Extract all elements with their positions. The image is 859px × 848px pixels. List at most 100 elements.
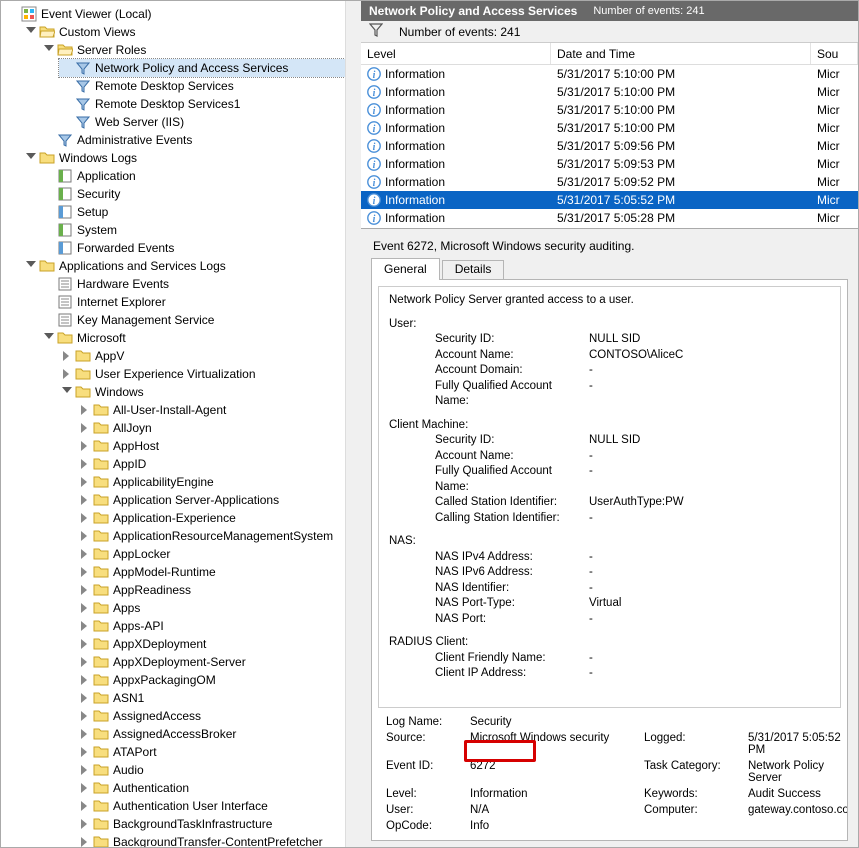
tree-item[interactable]: AppXDeployment [77, 635, 361, 653]
tree-item[interactable]: Audio [77, 761, 361, 779]
event-list[interactable]: Level Date and Time Sou Information5/31/… [361, 43, 858, 229]
expander-closed-icon[interactable] [79, 638, 91, 650]
expander-closed-icon[interactable] [79, 800, 91, 812]
event-row[interactable]: Information5/31/2017 5:10:00 PMMicr [361, 101, 858, 119]
expander-closed-icon[interactable] [79, 602, 91, 614]
tree-item[interactable]: Apps-API [77, 617, 361, 635]
tree-item[interactable]: ApplicationResourceManagementSystem [77, 527, 361, 545]
tree-windows[interactable]: Windows [59, 383, 361, 401]
event-row[interactable]: Information5/31/2017 5:09:56 PMMicr [361, 137, 858, 155]
expander-closed-icon[interactable] [79, 764, 91, 776]
tree-security[interactable]: Security [41, 185, 361, 203]
col-level[interactable]: Level [361, 43, 551, 64]
event-row[interactable]: Information5/31/2017 5:09:53 PMMicr [361, 155, 858, 173]
expander-closed-icon[interactable] [61, 368, 73, 380]
event-row[interactable]: Information5/31/2017 5:10:00 PMMicr [361, 119, 858, 137]
tree-npas[interactable]: Network Policy and Access Services [59, 59, 361, 77]
tree-item[interactable]: Application-Experience [77, 509, 361, 527]
navigation-tree[interactable]: Event Viewer (Local) Custom Views [1, 1, 361, 847]
expander-closed-icon[interactable] [79, 692, 91, 704]
tree-item[interactable]: ApplicabilityEngine [77, 473, 361, 491]
event-row[interactable]: Information5/31/2017 5:09:52 PMMicr [361, 173, 858, 191]
expander-closed-icon[interactable] [79, 746, 91, 758]
expander-closed-icon[interactable] [79, 566, 91, 578]
tree-item[interactable]: AppReadiness [77, 581, 361, 599]
expander-closed-icon[interactable] [79, 674, 91, 686]
tree-admin-events[interactable]: Administrative Events [41, 131, 361, 149]
tree-item[interactable]: Application Server-Applications [77, 491, 361, 509]
tree-root[interactable]: Event Viewer (Local) [5, 5, 361, 23]
tree-server-roles[interactable]: Server Roles [41, 41, 361, 59]
expander-closed-icon[interactable] [79, 422, 91, 434]
tree-application[interactable]: Application [41, 167, 361, 185]
expander-closed-icon[interactable] [79, 656, 91, 668]
expander-closed-icon[interactable] [79, 620, 91, 632]
tree-item[interactable]: AppHost [77, 437, 361, 455]
tree-setup[interactable]: Setup [41, 203, 361, 221]
expander-closed-icon[interactable] [79, 494, 91, 506]
expander-closed-icon[interactable] [79, 548, 91, 560]
expander-open-icon[interactable] [43, 44, 55, 56]
tree-hw-events[interactable]: Hardware Events [41, 275, 361, 293]
tree-rds1[interactable]: Remote Desktop Services1 [59, 95, 361, 113]
tree-appv[interactable]: AppV [59, 347, 361, 365]
tab-details[interactable]: Details [442, 260, 505, 280]
expander-closed-icon[interactable] [79, 818, 91, 830]
tree-kms[interactable]: Key Management Service [41, 311, 361, 329]
tree-item[interactable]: AppID [77, 455, 361, 473]
expander-closed-icon[interactable] [79, 404, 91, 416]
tree-webiis[interactable]: Web Server (IIS) [59, 113, 361, 131]
expander-open-icon[interactable] [25, 152, 37, 164]
col-date[interactable]: Date and Time [551, 43, 811, 64]
col-source[interactable]: Sou [811, 43, 858, 64]
expander-closed-icon[interactable] [79, 458, 91, 470]
event-row[interactable]: Information5/31/2017 5:10:00 PMMicr [361, 83, 858, 101]
event-list-header[interactable]: Level Date and Time Sou [361, 43, 858, 65]
event-row[interactable]: Information5/31/2017 5:05:52 PMMicr [361, 191, 858, 209]
expander-closed-icon[interactable] [79, 530, 91, 542]
expander-open-icon[interactable] [25, 26, 37, 38]
scrollbar[interactable] [345, 1, 361, 847]
tree-item[interactable]: AppXDeployment-Server [77, 653, 361, 671]
tree-item[interactable]: AppModel-Runtime [77, 563, 361, 581]
tree-custom-views[interactable]: Custom Views [23, 23, 361, 41]
expander-open-icon[interactable] [61, 386, 73, 398]
tree-microsoft[interactable]: Microsoft [41, 329, 361, 347]
tree-apps-svc-logs[interactable]: Applications and Services Logs [23, 257, 361, 275]
tree-item[interactable]: ASN1 [77, 689, 361, 707]
tree-item[interactable]: ATAPort [77, 743, 361, 761]
expander-closed-icon[interactable] [79, 584, 91, 596]
tree-item[interactable]: BackgroundTaskInfrastructure [77, 815, 361, 833]
event-row[interactable]: Information5/31/2017 5:05:28 PMMicr [361, 209, 858, 227]
tree-ie[interactable]: Internet Explorer [41, 293, 361, 311]
expander-closed-icon[interactable] [79, 512, 91, 524]
expander-open-icon[interactable] [25, 260, 37, 272]
tree-rds[interactable]: Remote Desktop Services [59, 77, 361, 95]
tree-item[interactable]: BackgroundTransfer-ContentPrefetcher [77, 833, 361, 847]
expander-closed-icon[interactable] [79, 782, 91, 794]
tree-forwarded[interactable]: Forwarded Events [41, 239, 361, 257]
tree-item[interactable]: AppLocker [77, 545, 361, 563]
tree-item[interactable]: Authentication [77, 779, 361, 797]
event-row[interactable]: Information5/31/2017 5:10:00 PMMicr [361, 65, 858, 83]
expander-closed-icon[interactable] [61, 350, 73, 362]
tree-item[interactable]: AssignedAccess [77, 707, 361, 725]
description-box[interactable]: Network Policy Server granted access to … [378, 286, 841, 708]
funnel-icon[interactable] [369, 23, 383, 40]
tree-item[interactable]: AllJoyn [77, 419, 361, 437]
tree-item[interactable]: Apps [77, 599, 361, 617]
expander-closed-icon[interactable] [79, 728, 91, 740]
expander-closed-icon[interactable] [79, 836, 91, 847]
tree-item[interactable]: AppxPackagingOM [77, 671, 361, 689]
tab-general[interactable]: General [371, 258, 440, 280]
tree-windows-logs[interactable]: Windows Logs [23, 149, 361, 167]
tree-item[interactable]: Authentication User Interface [77, 797, 361, 815]
expander-closed-icon[interactable] [79, 440, 91, 452]
tree-uev[interactable]: User Experience Virtualization [59, 365, 361, 383]
tree-system[interactable]: System [41, 221, 361, 239]
expander-closed-icon[interactable] [79, 476, 91, 488]
expander-closed-icon[interactable] [79, 710, 91, 722]
tree-item[interactable]: AssignedAccessBroker [77, 725, 361, 743]
expander-open-icon[interactable] [43, 332, 55, 344]
tree-item[interactable]: All-User-Install-Agent [77, 401, 361, 419]
